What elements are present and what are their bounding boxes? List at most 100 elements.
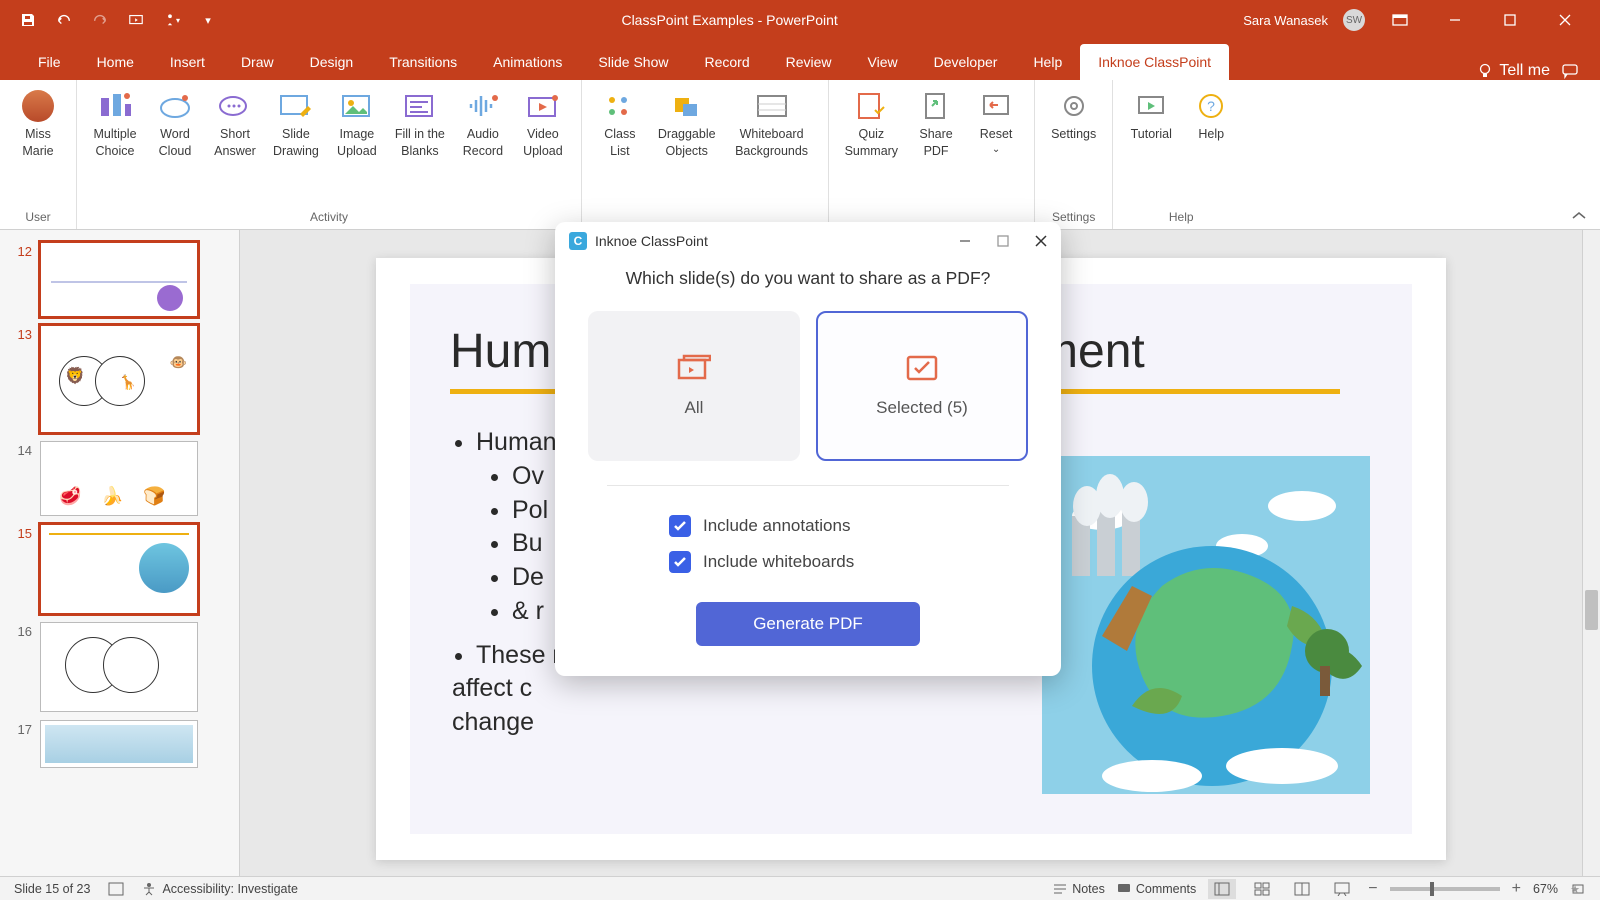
fill-blanks-button[interactable]: Fill in theBlanks — [389, 86, 451, 208]
notes-button[interactable]: Notes — [1053, 882, 1105, 896]
tab-help[interactable]: Help — [1015, 44, 1080, 80]
maximize-icon[interactable] — [1490, 0, 1530, 40]
reading-view-icon[interactable] — [1288, 879, 1316, 899]
word-cloud-icon — [154, 90, 196, 122]
tab-home[interactable]: Home — [79, 44, 152, 80]
tab-animations[interactable]: Animations — [475, 44, 580, 80]
user-name-line2: Marie — [22, 143, 53, 160]
close-icon[interactable] — [1545, 0, 1585, 40]
normal-view-icon[interactable] — [1208, 879, 1236, 899]
group-help-label: Help — [1123, 208, 1239, 227]
zoom-slider-thumb[interactable] — [1430, 882, 1434, 896]
redo-icon[interactable] — [92, 12, 108, 28]
word-cloud-button[interactable]: WordCloud — [147, 86, 203, 208]
video-upload-button[interactable]: VideoUpload — [515, 86, 571, 208]
option-selected-label: Selected (5) — [876, 398, 968, 418]
whiteboard-bg-button[interactable]: WhiteboardBackgrounds — [726, 86, 818, 208]
tab-transitions[interactable]: Transitions — [371, 44, 475, 80]
tab-developer[interactable]: Developer — [916, 44, 1016, 80]
avatar[interactable]: SW — [1343, 9, 1365, 31]
minimize-icon[interactable] — [1435, 0, 1475, 40]
tab-design[interactable]: Design — [292, 44, 372, 80]
slide-thumb-16[interactable] — [40, 622, 198, 712]
image-upload-button[interactable]: ImageUpload — [329, 86, 385, 208]
slide-drawing-button[interactable]: SlideDrawing — [267, 86, 325, 208]
share-pdf-button[interactable]: SharePDF — [908, 86, 964, 208]
undo-icon[interactable] — [56, 12, 72, 28]
zoom-in-icon[interactable]: + — [1512, 880, 1521, 898]
svg-text:?: ? — [1207, 98, 1215, 114]
draggable-objects-button[interactable]: DraggableObjects — [652, 86, 722, 208]
dialog-maximize-icon[interactable] — [993, 231, 1013, 251]
lightbulb-icon — [1477, 63, 1493, 79]
accessibility-button[interactable]: Accessibility: Investigate — [142, 882, 297, 896]
thumb-num: 15 — [12, 524, 32, 614]
slide-thumb-13[interactable]: 🦁 🦒 🐵 — [40, 325, 198, 433]
settings-button[interactable]: Settings — [1045, 86, 1102, 208]
sorter-view-icon[interactable] — [1248, 879, 1276, 899]
slide-thumb-15[interactable] — [40, 524, 198, 614]
thumb-num: 17 — [12, 720, 32, 768]
checkbox-checked-icon[interactable] — [669, 515, 691, 537]
vertical-scrollbar[interactable] — [1582, 230, 1600, 876]
reset-icon — [975, 90, 1017, 122]
audio-record-button[interactable]: AudioRecord — [455, 86, 511, 208]
comments-button[interactable]: Comments — [1117, 882, 1196, 896]
ribbon-display-icon[interactable] — [1380, 0, 1420, 40]
save-icon[interactable] — [20, 12, 36, 28]
slide-thumb-14[interactable]: 🥩 🍌 🍞 — [40, 441, 198, 516]
help-button[interactable]: ? Help — [1183, 86, 1239, 208]
scroll-thumb[interactable] — [1585, 590, 1598, 630]
tutorial-button[interactable]: Tutorial — [1123, 86, 1179, 208]
present-icon[interactable] — [128, 12, 144, 28]
quiz-summary-button[interactable]: QuizSummary — [839, 86, 904, 208]
user-profile-button[interactable]: Miss Marie — [10, 86, 66, 208]
statusbar: Slide 15 of 23 Accessibility: Investigat… — [0, 876, 1600, 900]
share-pdf-icon — [915, 90, 957, 122]
class-list-button[interactable]: ClassList — [592, 86, 648, 208]
generate-pdf-button[interactable]: Generate PDF — [696, 602, 920, 646]
multiple-choice-button[interactable]: MultipleChoice — [87, 86, 143, 208]
dialog-minimize-icon[interactable] — [955, 231, 975, 251]
all-slides-icon — [677, 354, 711, 382]
comments-toggle-icon[interactable] — [1562, 63, 1580, 79]
classpoint-logo-icon: C — [569, 232, 587, 250]
collapse-ribbon-icon[interactable] — [1570, 209, 1588, 223]
tab-draw[interactable]: Draw — [223, 44, 292, 80]
tab-classpoint[interactable]: Inknoe ClassPoint — [1080, 44, 1229, 80]
tell-me-label: Tell me — [1499, 62, 1550, 80]
zoom-level[interactable]: 67% — [1533, 882, 1558, 896]
slide-thumb-12[interactable] — [40, 242, 198, 317]
dialog-title: Inknoe ClassPoint — [595, 233, 708, 249]
option-all[interactable]: All — [588, 311, 800, 461]
short-answer-button[interactable]: ShortAnswer — [207, 86, 263, 208]
tell-me[interactable]: Tell me — [1477, 62, 1550, 80]
touch-mode-icon[interactable]: ▾ — [164, 12, 180, 28]
quiz-summary-icon — [850, 90, 892, 122]
checkbox-checked-icon[interactable] — [669, 551, 691, 573]
tab-view[interactable]: View — [850, 44, 916, 80]
selected-slides-icon — [905, 354, 939, 382]
slide-thumb-17[interactable] — [40, 720, 198, 768]
zoom-out-icon[interactable]: − — [1368, 880, 1377, 898]
tab-record[interactable]: Record — [686, 44, 767, 80]
dialog-close-icon[interactable] — [1031, 231, 1051, 251]
ribbon-body: Miss Marie User MultipleChoice WordCloud… — [0, 80, 1600, 230]
include-annotations-row[interactable]: Include annotations — [585, 508, 1031, 544]
thumbnail-panel[interactable]: 12 13 🦁 🦒 🐵 14 🥩 🍌 🍞 15 — [0, 230, 240, 876]
spellcheck-icon[interactable] — [108, 882, 124, 896]
tab-file[interactable]: File — [20, 44, 79, 80]
tab-slideshow[interactable]: Slide Show — [580, 44, 686, 80]
multiple-choice-icon — [94, 90, 136, 122]
reset-button[interactable]: Reset⌄ — [968, 86, 1024, 208]
zoom-slider[interactable] — [1390, 887, 1500, 891]
qat-overflow-icon[interactable]: ▾ — [200, 12, 216, 28]
slideshow-view-icon[interactable] — [1328, 879, 1356, 899]
accessibility-icon — [142, 882, 156, 896]
option-selected[interactable]: Selected (5) — [816, 311, 1028, 461]
include-whiteboards-row[interactable]: Include whiteboards — [585, 544, 1031, 580]
share-pdf-dialog: C Inknoe ClassPoint Which slide(s) do yo… — [555, 222, 1061, 676]
tab-review[interactable]: Review — [768, 44, 850, 80]
thumb-num: 16 — [12, 622, 32, 712]
tab-insert[interactable]: Insert — [152, 44, 223, 80]
